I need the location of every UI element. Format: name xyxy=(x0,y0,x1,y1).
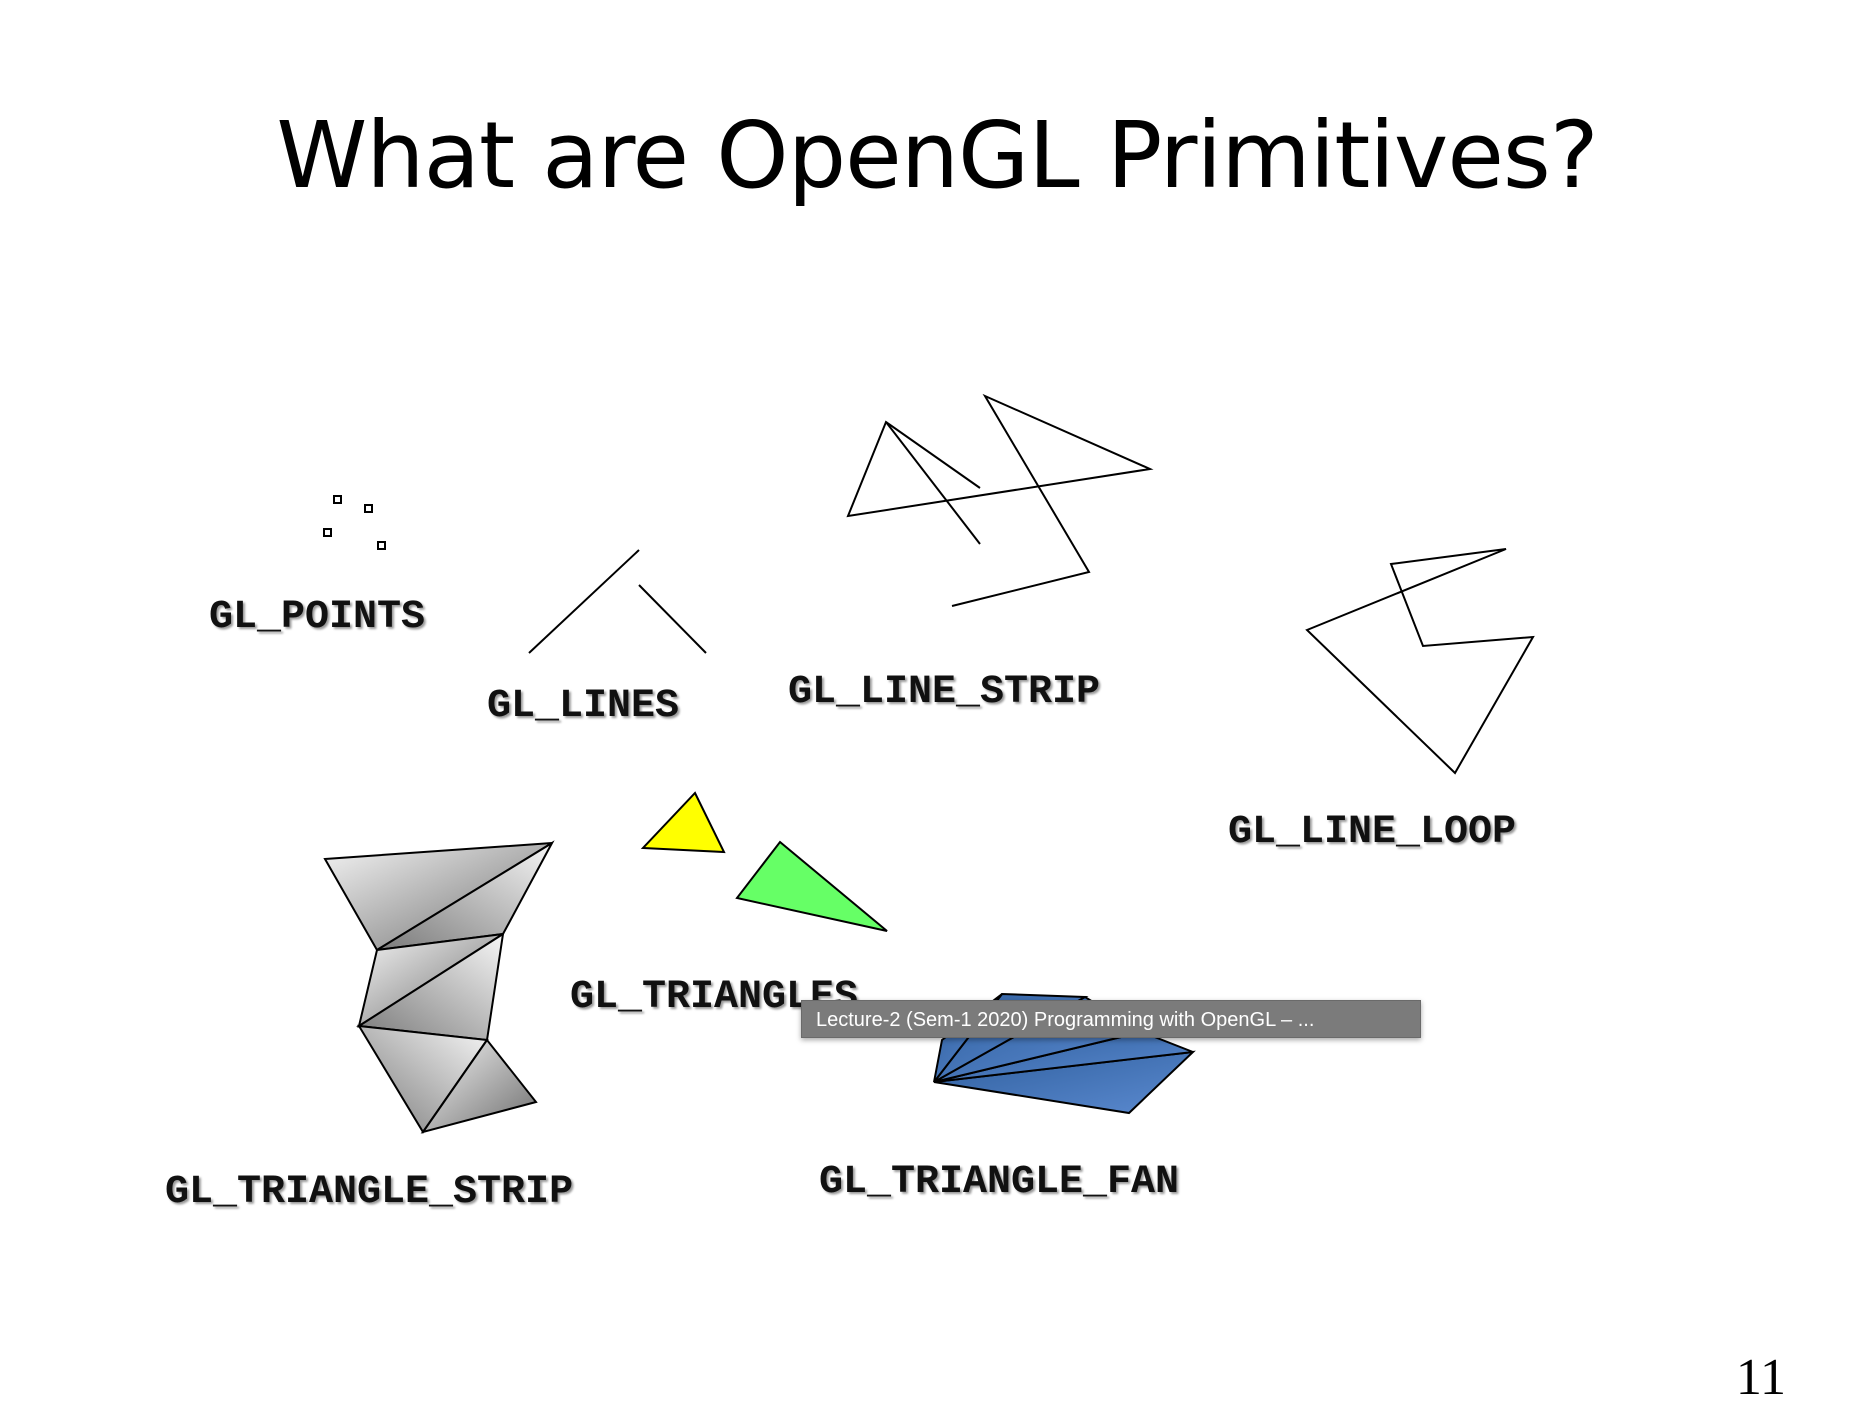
green-triangle xyxy=(735,840,888,932)
points-shape xyxy=(323,495,386,550)
line-loop-shape xyxy=(1305,548,1535,775)
hover-tooltip: Lecture-2 (Sem-1 2020) Programming with … xyxy=(801,1000,1421,1038)
line-strip-shape-2 xyxy=(885,421,981,545)
yellow-triangle xyxy=(640,791,726,854)
label-gl-line-strip: GL_LINE_STRIP xyxy=(788,670,1101,715)
triangle-strip-shape xyxy=(323,840,555,1134)
triangles-shape xyxy=(640,791,888,932)
label-gl-line-loop: GL_LINE_LOOP xyxy=(1228,810,1517,855)
label-gl-triangle-strip: GL_TRIANGLE_STRIP xyxy=(165,1170,574,1215)
page-number: 11 xyxy=(1735,1349,1786,1406)
label-gl-triangle-fan: GL_TRIANGLE_FAN xyxy=(819,1160,1180,1205)
lines-shape xyxy=(528,549,707,654)
label-gl-points: GL_POINTS xyxy=(209,595,426,640)
label-gl-lines: GL_LINES xyxy=(487,684,680,729)
line-strip-shape xyxy=(846,393,1154,607)
slide: What are OpenGL Primitives? GL_POINTS GL… xyxy=(0,0,1874,1416)
